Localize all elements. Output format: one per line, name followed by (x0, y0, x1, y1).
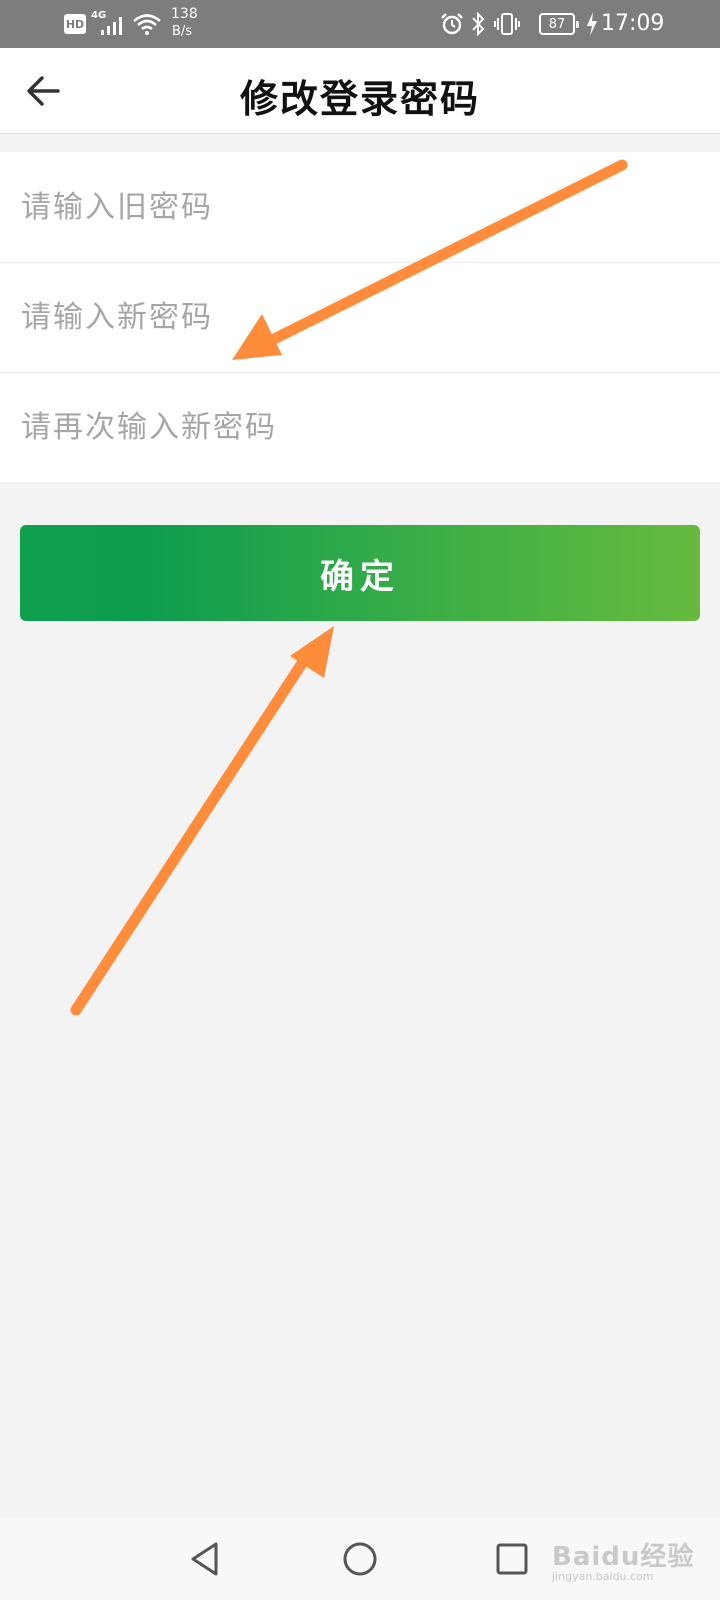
new-password-input[interactable] (0, 262, 720, 372)
signal-icon (101, 17, 122, 35)
page-title: 修改登录密码 (239, 76, 480, 121)
nav-home-button[interactable] (337, 1536, 383, 1582)
charging-icon (587, 12, 597, 36)
hd-badge: HD (64, 14, 86, 34)
status-bar: HD 4G 138 B/s 87 17:09 (0, 0, 720, 48)
old-password-input[interactable] (0, 152, 720, 262)
network-speed-unit: B/s (172, 24, 193, 39)
home-circle-icon (343, 1542, 377, 1576)
confirm-password-input[interactable] (0, 372, 720, 482)
annotation-arrow-confirm (70, 626, 334, 1016)
watermark-url: jingyan.baidu.com (552, 1570, 654, 1583)
alarm-icon (441, 13, 463, 35)
network-speed-value: 138 (171, 6, 198, 22)
status-time: 17:09 (601, 11, 665, 36)
wifi-icon (133, 14, 161, 35)
battery-icon: 87 (539, 13, 579, 35)
vibrate-icon (494, 13, 520, 35)
bluetooth-icon (472, 11, 485, 37)
password-form (0, 152, 720, 482)
back-triangle-icon (191, 1542, 218, 1576)
confirm-button[interactable]: 确定 (20, 525, 700, 621)
watermark-brand: Baidu经验 (552, 1542, 695, 1572)
nav-recents-button[interactable] (489, 1536, 535, 1582)
recents-square-icon (496, 1543, 528, 1575)
nav-back-button[interactable] (183, 1536, 229, 1582)
app-header: 修改登录密码 (0, 48, 720, 134)
baidu-jingyan-watermark: Baidu经验 jingyan.baidu.com (552, 1528, 712, 1594)
